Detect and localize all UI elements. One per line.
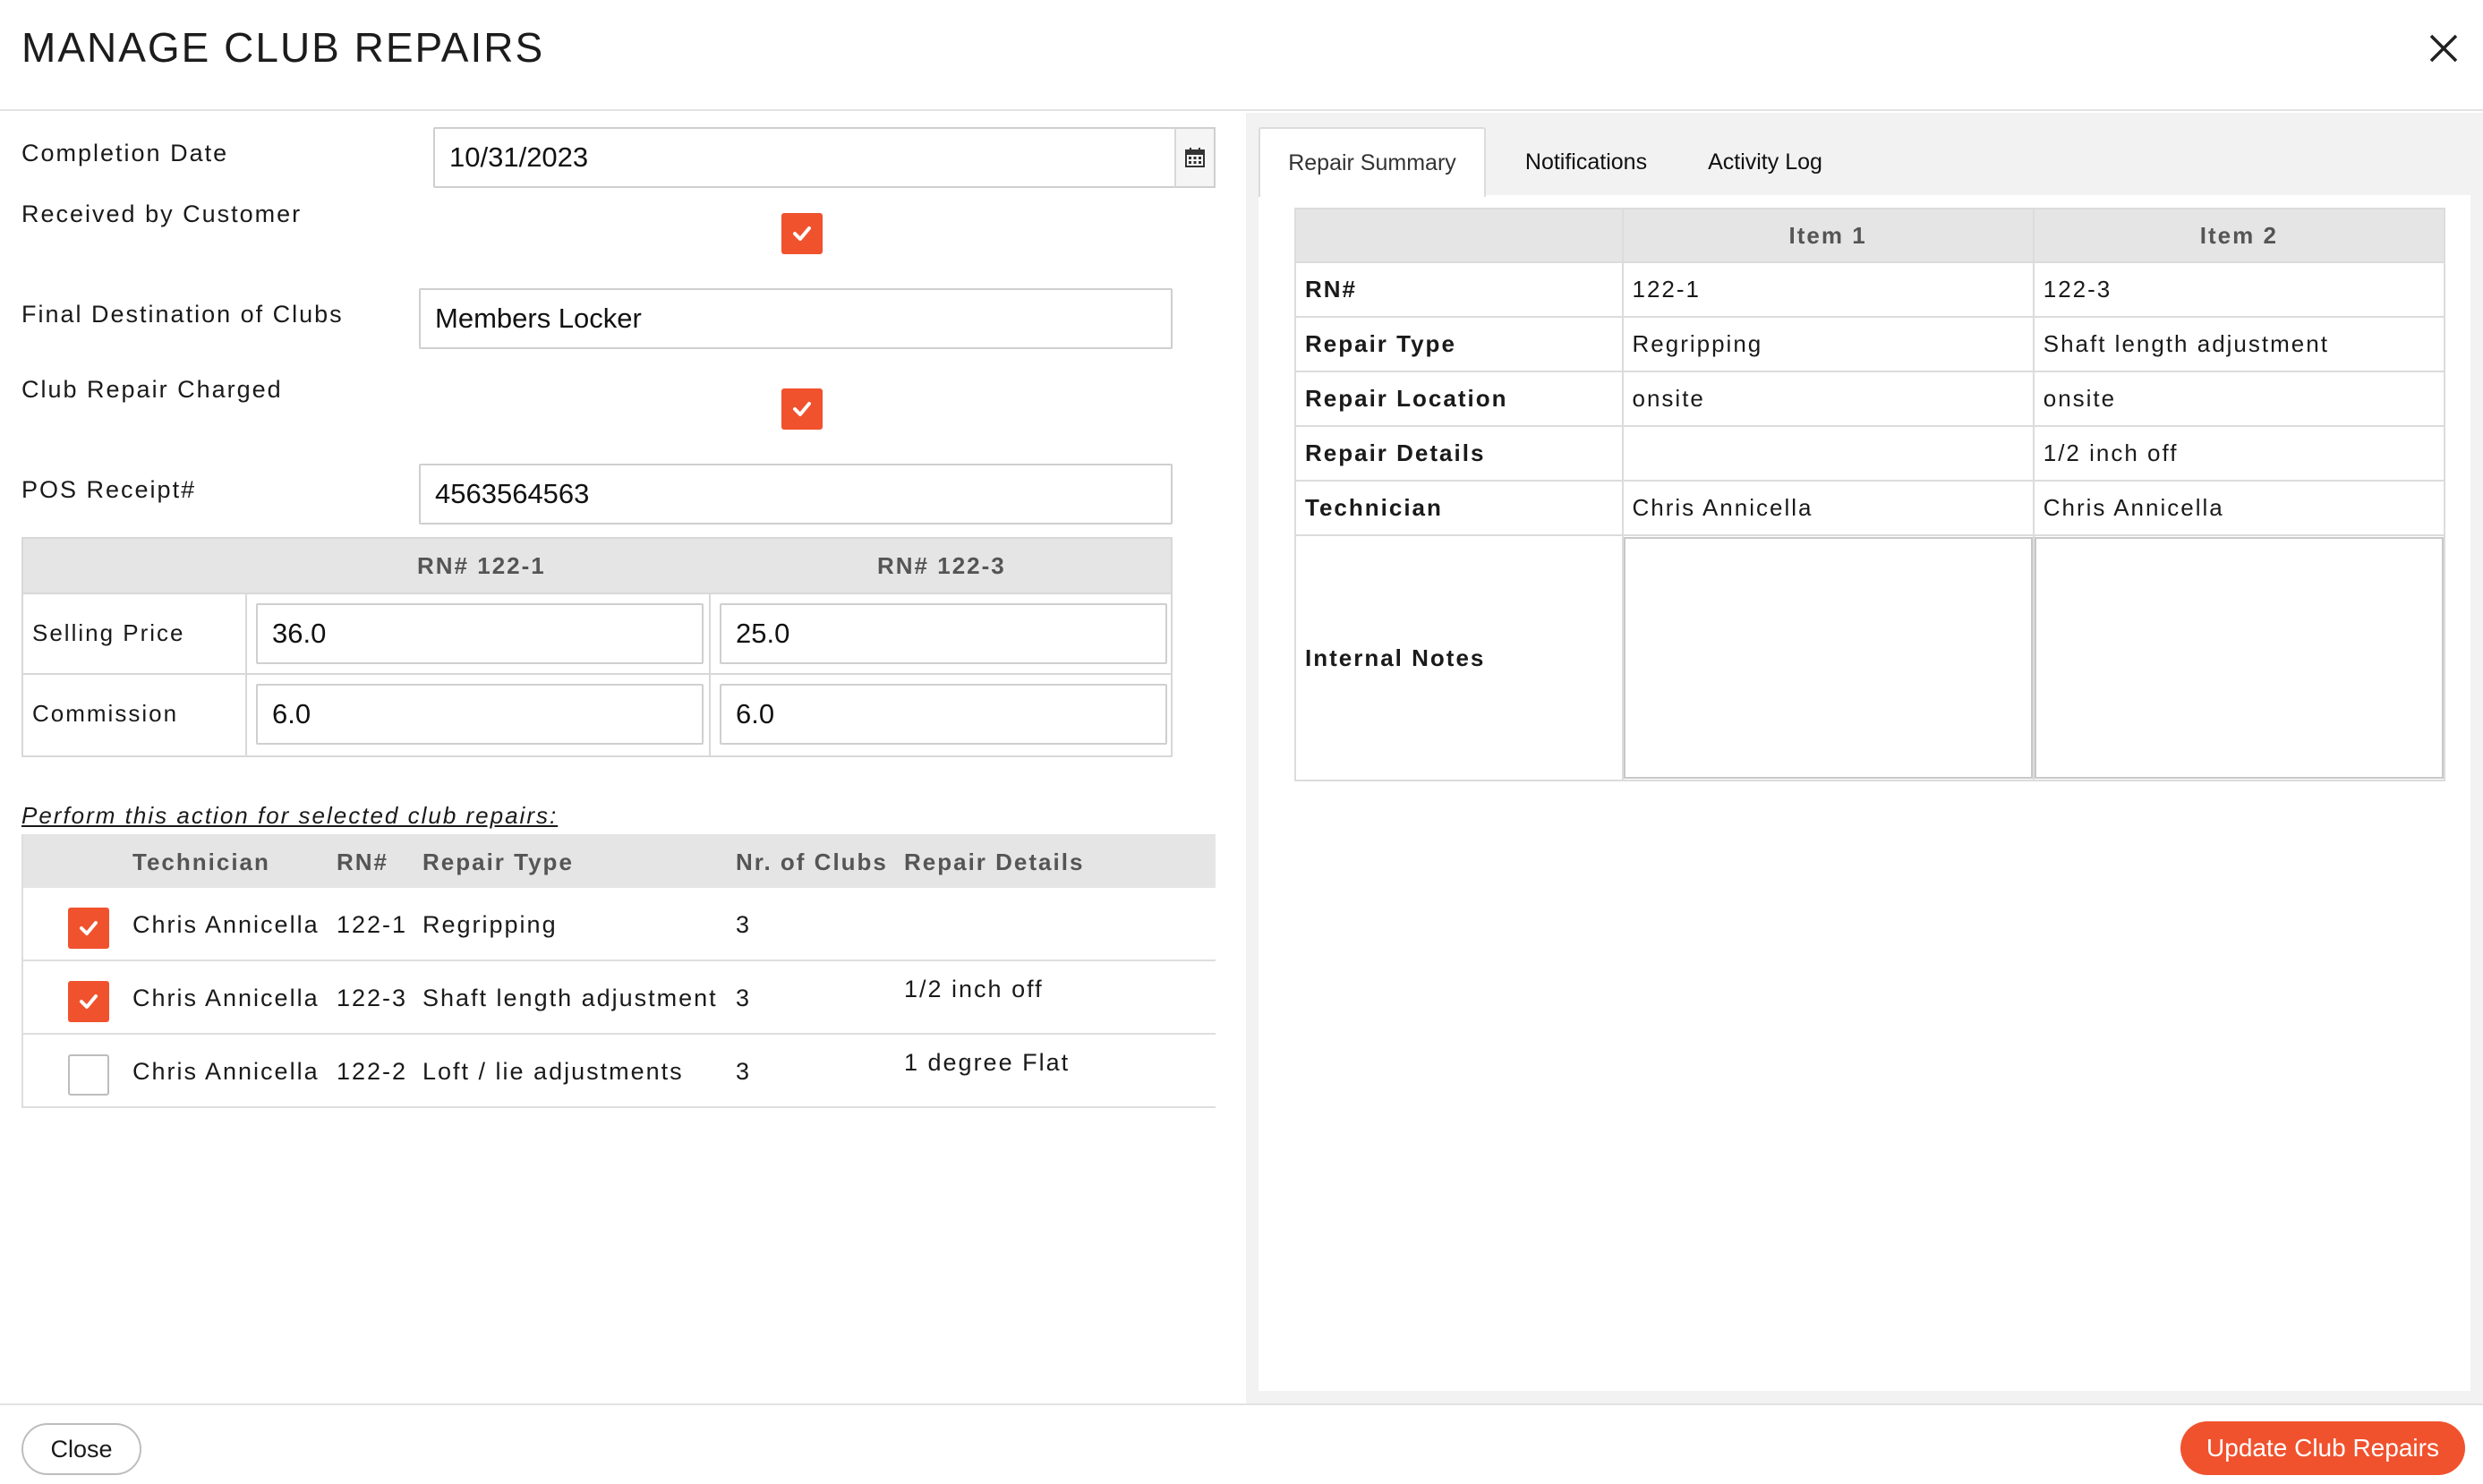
- completion-date-input[interactable]: 10/31/2023: [433, 127, 1176, 188]
- internal-notes-label: Internal Notes: [1294, 534, 1624, 781]
- received-by-customer-label: Received by Customer: [21, 200, 303, 227]
- row-nr-clubs: 3: [736, 985, 752, 1011]
- club-repairs-header: Technician RN# Repair Type Nr. of Clubs …: [23, 834, 1216, 888]
- summary-col-2: Item 2: [2032, 208, 2446, 263]
- commission-label: Commission: [32, 700, 179, 727]
- summary-row: Repair Type Regripping Shaft length adju…: [1294, 316, 2446, 372]
- calendar-button[interactable]: [1174, 127, 1216, 188]
- col-repair-details: Repair Details: [904, 849, 1085, 875]
- row-repair-type: Loft / lie adjustments: [422, 1058, 684, 1085]
- calendar-icon: [1185, 148, 1205, 167]
- final-destination-input[interactable]: Members Locker: [419, 288, 1173, 349]
- col-repair-type: Repair Type: [422, 849, 574, 875]
- row-repair-details: 1 degree Flat: [904, 1049, 1071, 1076]
- selling-price-input-1[interactable]: 36.0: [256, 603, 704, 664]
- row-technician: Chris Annicella: [132, 1058, 320, 1085]
- row-technician: Chris Annicella: [132, 911, 320, 938]
- pos-receipt-label: POS Receipt#: [21, 476, 197, 503]
- summary-row: RN# 122-1 122-3: [1294, 261, 2446, 318]
- checkmark-icon: [80, 994, 98, 1009]
- checkmark-icon: [793, 226, 811, 241]
- summary-row-label: Repair Details: [1294, 425, 1624, 482]
- row-rn: 122-1: [337, 911, 408, 938]
- summary-cell: Regripping: [1621, 316, 2035, 372]
- summary-cell: 1/2 inch off: [2032, 425, 2446, 482]
- summary-row: Technician Chris Annicella Chris Annicel…: [1294, 480, 2446, 536]
- close-icon[interactable]: [2426, 30, 2462, 66]
- summary-cell: onsite: [1621, 371, 2035, 427]
- tab-notifications[interactable]: Notifications: [1498, 127, 1674, 197]
- completion-date-label: Completion Date: [21, 140, 229, 166]
- summary-header-row: Item 1 Item 2: [1294, 208, 2446, 263]
- table-row[interactable]: Chris Annicella 122-1 Regripping 3: [23, 888, 1216, 961]
- row-checkbox[interactable]: [68, 908, 109, 949]
- row-repair-details: 1/2 inch off: [904, 976, 1044, 1002]
- action-label: Perform this action for selected club re…: [21, 802, 559, 829]
- club-repair-charged-label: Club Repair Charged: [21, 376, 283, 403]
- row-technician: Chris Annicella: [132, 985, 320, 1011]
- summary-row: Repair Details 1/2 inch off: [1294, 425, 2446, 482]
- pricing-divider: [245, 593, 247, 755]
- commission-input-2[interactable]: 6.0: [720, 684, 1167, 745]
- modal-header: MANAGE CLUB REPAIRS: [0, 0, 2483, 111]
- selling-price-label: Selling Price: [32, 619, 185, 646]
- summary-col-1: Item 1: [1621, 208, 2035, 263]
- row-nr-clubs: 3: [736, 911, 752, 938]
- col-nr-clubs: Nr. of Clubs: [736, 849, 888, 875]
- pricing-col-2: RN# 122-3: [877, 552, 1006, 579]
- row-repair-type: Shaft length adjustment: [422, 985, 718, 1011]
- table-row[interactable]: Chris Annicella 122-3 Shaft length adjus…: [23, 961, 1216, 1035]
- selling-price-input-2[interactable]: 25.0: [720, 603, 1167, 664]
- tab-activity-log[interactable]: Activity Log: [1683, 127, 1847, 197]
- summary-row-label: Repair Type: [1294, 316, 1624, 372]
- pricing-col-1: RN# 122-1: [417, 552, 546, 579]
- club-repairs-table: Technician RN# Repair Type Nr. of Clubs …: [21, 834, 1216, 1108]
- row-rn: 122-2: [337, 1058, 408, 1085]
- summary-corner: [1294, 208, 1624, 263]
- row-repair-type: Regripping: [422, 911, 558, 938]
- close-button[interactable]: Close: [21, 1423, 141, 1475]
- summary-row: Repair Location onsite onsite: [1294, 371, 2446, 427]
- summary-row-label: RN#: [1294, 261, 1624, 318]
- summary-cell: Shaft length adjustment: [2032, 316, 2446, 372]
- selling-price-row: Selling Price 36.0 25.0: [23, 593, 1171, 673]
- commission-input-1[interactable]: 6.0: [256, 684, 704, 745]
- repair-summary-table: Item 1 Item 2 RN# 122-1 122-3 Repair Typ…: [1294, 208, 2446, 781]
- col-technician: Technician: [132, 849, 270, 875]
- summary-cell: [1621, 534, 2035, 781]
- col-rn: RN#: [337, 849, 389, 875]
- summary-cell: Chris Annicella: [1621, 480, 2035, 536]
- row-rn: 122-3: [337, 985, 408, 1011]
- checkmark-icon: [793, 402, 811, 416]
- pricing-header: RN# 122-1 RN# 122-3: [23, 539, 1171, 593]
- modal-footer: Close Update Club Repairs: [0, 1403, 2483, 1484]
- summary-notes-row: Internal Notes: [1294, 534, 2446, 781]
- club-repair-charged-checkbox[interactable]: [781, 388, 823, 430]
- modal-title: MANAGE CLUB REPAIRS: [21, 24, 545, 71]
- table-row[interactable]: Chris Annicella 122-2 Loft / lie adjustm…: [23, 1035, 1216, 1108]
- row-checkbox[interactable]: [68, 1054, 109, 1096]
- received-by-customer-checkbox[interactable]: [781, 213, 823, 254]
- summary-cell: 122-3: [2032, 261, 2446, 318]
- internal-notes-input-2[interactable]: [2034, 537, 2444, 779]
- summary-row-label: Repair Location: [1294, 371, 1624, 427]
- pricing-grid: RN# 122-1 RN# 122-3 Selling Price 36.0 2…: [21, 537, 1173, 757]
- tab-repair-summary[interactable]: Repair Summary: [1259, 127, 1486, 197]
- summary-cell: [1621, 425, 2035, 482]
- final-destination-label: Final Destination of Clubs: [21, 301, 344, 328]
- summary-cell: Chris Annicella: [2032, 480, 2446, 536]
- summary-cell: onsite: [2032, 371, 2446, 427]
- row-checkbox[interactable]: [68, 981, 109, 1022]
- summary-row-label: Technician: [1294, 480, 1624, 536]
- row-nr-clubs: 3: [736, 1058, 752, 1085]
- summary-cell: [2032, 534, 2446, 781]
- update-club-repairs-button[interactable]: Update Club Repairs: [2180, 1421, 2465, 1475]
- internal-notes-input-1[interactable]: [1623, 537, 2033, 779]
- summary-cell: 122-1: [1621, 261, 2035, 318]
- pricing-divider: [709, 593, 711, 755]
- pos-receipt-input[interactable]: 4563564563: [419, 464, 1173, 525]
- commission-row: Commission 6.0 6.0: [23, 673, 1171, 754]
- checkmark-icon: [80, 921, 98, 935]
- left-panel: Completion Date 10/31/2023 Received by C…: [0, 113, 1244, 1403]
